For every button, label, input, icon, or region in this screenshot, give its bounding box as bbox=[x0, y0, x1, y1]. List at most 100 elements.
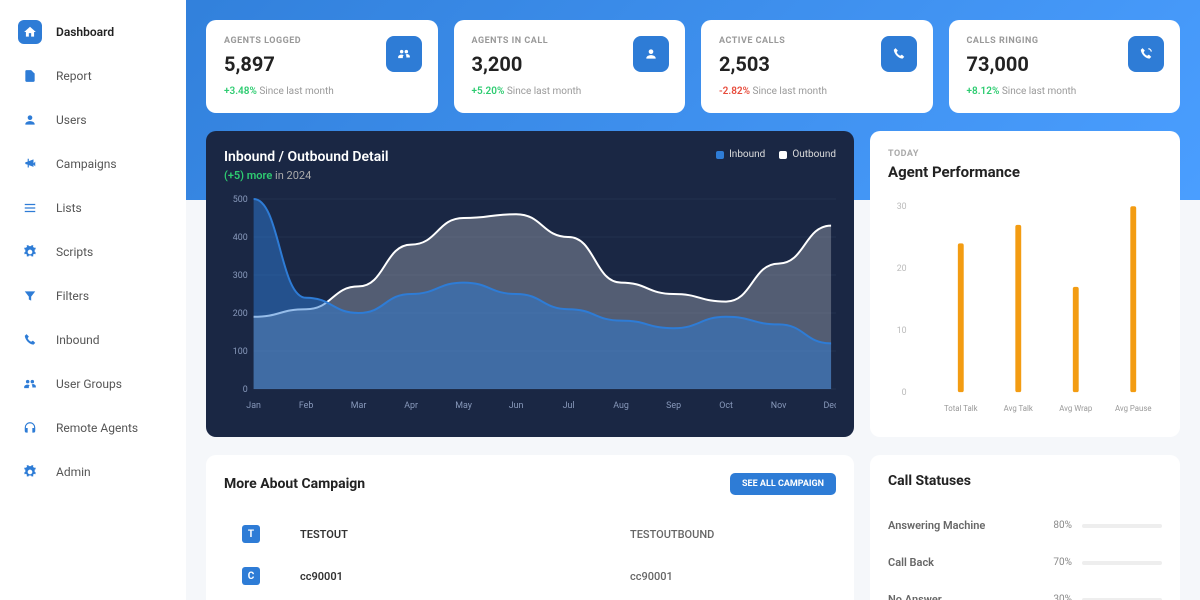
status-row: No Answer 30% bbox=[888, 581, 1162, 600]
sidebar-item-user-groups[interactable]: User Groups bbox=[0, 362, 186, 406]
sidebar-item-inbound[interactable]: Inbound bbox=[0, 318, 186, 362]
campaign-name: TESTOUT bbox=[300, 528, 630, 541]
stat-card-agents-logged: AGENTS LOGGED 5,897 +3.48% Since last mo… bbox=[206, 20, 438, 113]
svg-text:20: 20 bbox=[897, 264, 907, 274]
list-icon bbox=[18, 196, 42, 220]
main-content: AGENTS LOGGED 5,897 +3.48% Since last mo… bbox=[186, 0, 1200, 600]
headset-icon bbox=[18, 416, 42, 440]
stats-row: AGENTS LOGGED 5,897 +3.48% Since last mo… bbox=[206, 20, 1180, 113]
sidebar-item-label: Lists bbox=[56, 201, 82, 215]
sidebar-item-campaigns[interactable]: Campaigns bbox=[0, 142, 186, 186]
svg-text:100: 100 bbox=[233, 347, 248, 357]
sidebar-item-label: Remote Agents bbox=[56, 421, 138, 435]
file-icon bbox=[18, 64, 42, 88]
performance-bar-chart: 0102030Total TalkAvg TalkAvg WrapAvg Pau… bbox=[888, 199, 1162, 419]
svg-text:Feb: Feb bbox=[299, 401, 314, 411]
svg-text:Aug: Aug bbox=[613, 401, 629, 411]
sidebar-item-label: Dashboard bbox=[56, 25, 114, 39]
campaign-card: More About Campaign SEE ALL CAMPAIGN T T… bbox=[206, 455, 854, 600]
legend-item: Outbound bbox=[779, 149, 836, 160]
svg-text:0: 0 bbox=[243, 385, 248, 395]
io-chart-area: 0100200300400500JanFebMarAprMayJunJulAug… bbox=[224, 194, 836, 414]
svg-text:Nov: Nov bbox=[771, 401, 787, 411]
sidebar-item-remote-agents[interactable]: Remote Agents bbox=[0, 406, 186, 450]
sidebar-item-label: Users bbox=[56, 113, 87, 127]
svg-text:May: May bbox=[455, 401, 472, 411]
sidebar-item-label: Campaigns bbox=[56, 157, 117, 171]
ring-icon bbox=[1128, 36, 1164, 72]
svg-text:Jun: Jun bbox=[509, 401, 524, 411]
status-name: Answering Machine bbox=[888, 519, 985, 532]
status-pct: 80% bbox=[1053, 520, 1072, 531]
table-row[interactable]: C cc90001 cc90001 bbox=[224, 555, 836, 597]
performance-card: TODAY Agent Performance 0102030Total Tal… bbox=[870, 131, 1180, 437]
legend-item: Inbound bbox=[716, 149, 765, 160]
svg-text:Sep: Sep bbox=[666, 401, 681, 411]
svg-text:300: 300 bbox=[233, 271, 248, 281]
sidebar-item-dashboard[interactable]: Dashboard bbox=[0, 10, 186, 54]
performance-today-label: TODAY bbox=[888, 149, 1162, 159]
sidebar-item-label: User Groups bbox=[56, 377, 122, 391]
see-all-button[interactable]: SEE ALL CAMPAIGN bbox=[730, 473, 836, 495]
stat-change: +3.48% Since last month bbox=[224, 86, 420, 97]
svg-text:Jul: Jul bbox=[563, 401, 575, 411]
stat-card-agents-in-call: AGENTS IN CALL 3,200 +5.20% Since last m… bbox=[454, 20, 686, 113]
status-bar bbox=[1082, 561, 1162, 565]
sidebar-item-label: Report bbox=[56, 69, 92, 83]
sidebar-item-users[interactable]: Users bbox=[0, 98, 186, 142]
svg-text:200: 200 bbox=[233, 309, 248, 319]
sidebar-item-scripts[interactable]: Scripts bbox=[0, 230, 186, 274]
sidebar-item-lists[interactable]: Lists bbox=[0, 186, 186, 230]
svg-text:Avg Wrap: Avg Wrap bbox=[1059, 404, 1093, 413]
campaign-badge: C bbox=[242, 567, 260, 585]
svg-text:Mar: Mar bbox=[351, 401, 367, 411]
gear-icon bbox=[18, 460, 42, 484]
svg-text:10: 10 bbox=[897, 326, 907, 336]
status-row: Answering Machine 80% bbox=[888, 507, 1162, 544]
mid-row: Inbound / Outbound Detail (+5) more in 2… bbox=[206, 131, 1180, 437]
sidebar-item-filters[interactable]: Filters bbox=[0, 274, 186, 318]
stat-change: +5.20% Since last month bbox=[472, 86, 668, 97]
svg-text:30: 30 bbox=[897, 202, 907, 212]
phone-icon bbox=[18, 328, 42, 352]
status-title: Call Statuses bbox=[888, 473, 1162, 489]
stat-card-active-calls: ACTIVE CALLS 2,503 -2.82% Since last mon… bbox=[701, 20, 933, 113]
io-chart-card: Inbound / Outbound Detail (+5) more in 2… bbox=[206, 131, 854, 437]
status-row: Call Back 70% bbox=[888, 544, 1162, 581]
status-name: No Answer bbox=[888, 593, 942, 600]
sidebar: Dashboard Report Users Campaigns Lists Script… bbox=[0, 0, 186, 600]
funnel-icon bbox=[18, 284, 42, 308]
svg-text:Jan: Jan bbox=[246, 401, 261, 411]
campaign-name: cc90001 bbox=[300, 570, 630, 583]
stat-change: -2.82% Since last month bbox=[719, 86, 915, 97]
svg-text:Apr: Apr bbox=[404, 401, 418, 411]
svg-text:Oct: Oct bbox=[719, 401, 733, 411]
stat-change: +8.12% Since last month bbox=[967, 86, 1163, 97]
user-icon bbox=[633, 36, 669, 72]
performance-title: Agent Performance bbox=[888, 163, 1162, 181]
io-chart-legend: Inbound Outbound bbox=[716, 149, 836, 160]
sidebar-item-label: Inbound bbox=[56, 333, 99, 347]
svg-text:Avg Talk: Avg Talk bbox=[1004, 404, 1033, 413]
sidebar-item-label: Filters bbox=[56, 289, 89, 303]
sidebar-item-report[interactable]: Report bbox=[0, 54, 186, 98]
gear-icon bbox=[18, 240, 42, 264]
svg-text:Dec: Dec bbox=[823, 401, 836, 411]
users-icon bbox=[18, 372, 42, 396]
table-row[interactable]: T TESTOUT TESTOUTBOUND bbox=[224, 513, 836, 555]
status-pct: 30% bbox=[1053, 594, 1072, 600]
users-icon bbox=[386, 36, 422, 72]
bottom-row: More About Campaign SEE ALL CAMPAIGN T T… bbox=[206, 455, 1180, 600]
stat-card-calls-ringing: CALLS RINGING 73,000 +8.12% Since last m… bbox=[949, 20, 1181, 113]
home-icon bbox=[18, 20, 42, 44]
svg-text:Avg Pause: Avg Pause bbox=[1115, 404, 1152, 413]
svg-text:500: 500 bbox=[233, 195, 248, 205]
campaign-desc: cc90001 bbox=[630, 570, 673, 583]
status-pct: 70% bbox=[1053, 557, 1072, 568]
sidebar-item-label: Scripts bbox=[56, 245, 93, 259]
sidebar-item-admin[interactable]: Admin bbox=[0, 450, 186, 494]
megaphone-icon bbox=[18, 152, 42, 176]
campaign-title: More About Campaign bbox=[224, 476, 365, 492]
user-icon bbox=[18, 108, 42, 132]
io-chart-title: Inbound / Outbound Detail bbox=[224, 149, 389, 165]
